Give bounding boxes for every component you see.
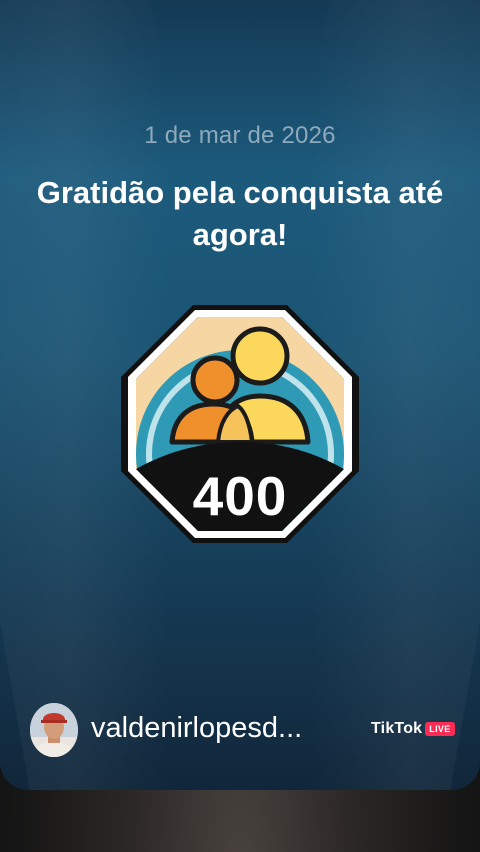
live-badge: LIVE	[425, 722, 455, 736]
user-avatar[interactable]	[30, 703, 78, 757]
person-right-head	[230, 326, 290, 386]
achievement-date: 1 de mar de 2026	[144, 122, 336, 149]
screen: 1 de mar de 2026 Gratidão pela conquista…	[0, 0, 480, 852]
tiktok-live-logo: TikTok LIVE	[371, 719, 455, 739]
person-left-head	[190, 355, 240, 405]
creator-username[interactable]: valdenirlopesd...	[91, 710, 351, 746]
creator-footer: valdenirlopesd... TikTok LIVE	[0, 700, 480, 760]
tiktok-wordmark: TikTok	[371, 720, 423, 737]
milestone-badge: 400	[120, 304, 360, 544]
avatar-photo	[30, 703, 78, 757]
achievement-headline: Gratidão pela conquista até agora!	[36, 175, 444, 252]
milestone-number: 400	[192, 465, 288, 527]
achievement-card: 1 de mar de 2026 Gratidão pela conquista…	[0, 0, 480, 790]
